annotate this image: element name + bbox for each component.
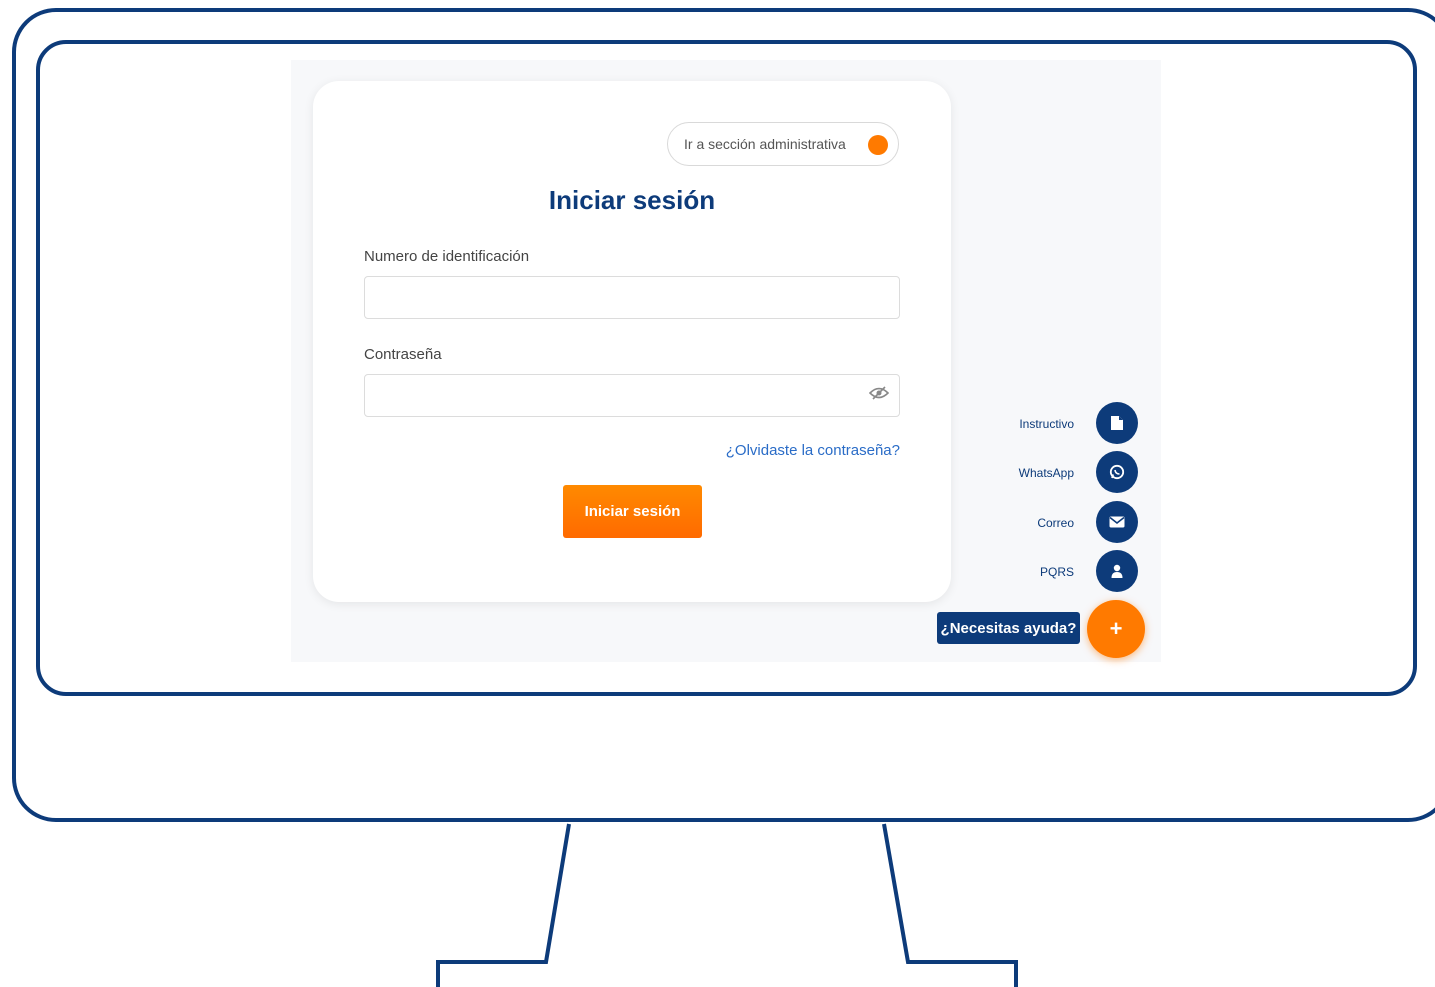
help-item-label: PQRS — [1039, 565, 1074, 579]
password-field-label: Contraseña — [364, 346, 442, 363]
correo-button[interactable] — [1096, 501, 1138, 543]
login-submit-button[interactable]: Iniciar sesión — [563, 485, 702, 538]
file-icon — [1111, 416, 1123, 430]
help-item-label: Instructivo — [1019, 417, 1074, 431]
toggle-knob[interactable] — [868, 135, 888, 155]
page-title: Iniciar sesión — [548, 185, 716, 215]
envelope-icon — [1109, 516, 1125, 528]
pqrs-button[interactable] — [1096, 550, 1138, 592]
id-field-label: Numero de identificación — [364, 248, 530, 265]
instructivo-button[interactable] — [1096, 402, 1138, 444]
eye-slash-icon[interactable] — [869, 386, 889, 400]
need-help-badge[interactable]: ¿Necesitas ayuda? — [937, 612, 1080, 644]
whatsapp-button[interactable] — [1096, 451, 1138, 493]
help-item-label: WhatsApp — [1018, 466, 1074, 480]
help-item-label: Correo — [1037, 516, 1074, 530]
forgot-password-link[interactable]: ¿Olvidaste la contraseña? — [313, 442, 900, 459]
login-card: Ir a sección administrativa Iniciar sesi… — [313, 81, 951, 602]
user-icon — [1111, 564, 1123, 578]
help-toggle-button[interactable]: + — [1087, 600, 1145, 658]
whatsapp-icon — [1109, 464, 1125, 480]
password-input[interactable] — [364, 374, 900, 417]
admin-section-toggle[interactable]: Ir a sección administrativa — [667, 122, 899, 166]
login-page: Ir a sección administrativa Iniciar sesi… — [291, 60, 1161, 662]
admin-toggle-label: Ir a sección administrativa — [684, 136, 846, 152]
id-number-input[interactable] — [364, 276, 900, 319]
